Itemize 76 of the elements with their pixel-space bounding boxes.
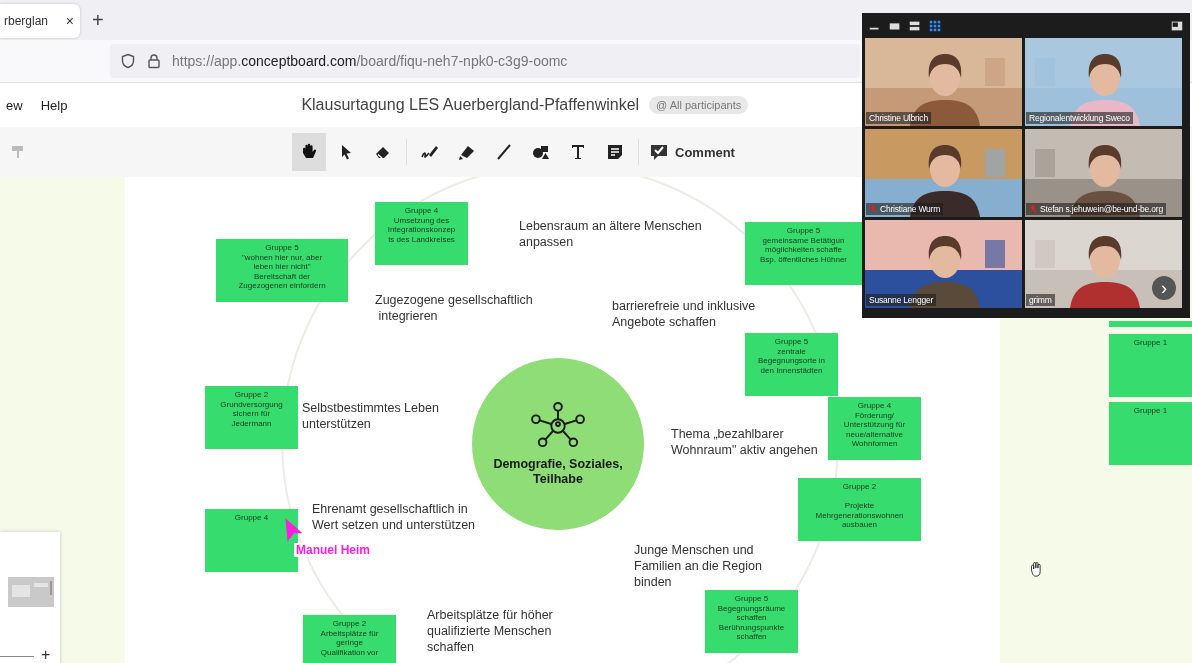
note-title: Gruppe 4	[404, 206, 439, 216]
note-title: Gruppe 5	[265, 243, 299, 253]
video-tile[interactable]: Christiane Wurm	[865, 129, 1022, 217]
note-text: Umsetzung des Integrationskonzep ts des Landkreises	[387, 215, 456, 245]
minimap-thumbnail[interactable]	[8, 577, 54, 607]
note-text: "wohnen hier nur, aber leben hier nicht" Bereitschaft der Zugezogenen einfordern	[238, 252, 326, 291]
shield-icon	[120, 53, 136, 69]
address-field[interactable]: https://app.conceptboard.com/board/fiqu-neh7-npk0-c3g9-oomc	[110, 44, 860, 78]
name-text: Christiane Wurm	[880, 204, 941, 214]
zoom-in-button[interactable]: +	[41, 646, 51, 663]
tab-title: rberglan	[4, 14, 49, 28]
menu-item[interactable]: ew	[6, 97, 23, 113]
browser-tab[interactable]: rberglan ×	[0, 4, 80, 38]
note-text: Begegnungsräume schaffen Berührungspunkte schaffen	[717, 603, 786, 642]
board-title: Klausurtagung LES Auerbergland-Pfaffenwinkel	[301, 96, 640, 114]
lock-icon	[146, 53, 162, 69]
close-tab-button[interactable]: ×	[65, 13, 74, 29]
note-title: Gruppe 5	[734, 594, 769, 604]
name-text: Christine Ulbrich	[869, 113, 928, 123]
goal-text: barrierefreie und inklusive Angebote schaffen	[612, 298, 756, 330]
goal-text: Selbstbestimmtes Leben unterstützen	[302, 400, 439, 432]
new-tab-button[interactable]: +	[92, 9, 104, 32]
note-text: Arbeitsplätze für geringe Qualifikation vor	[320, 628, 379, 658]
note-text: gemeinsame Betätigun möglichkeiten schaffe Bsp. öffentliches Hühner	[760, 235, 847, 265]
sticky-note[interactable]: Gruppe 4 Umsetzung des Integrationskonzep ts des Landkreises	[375, 202, 468, 265]
note-title: Gruppe 2	[842, 482, 877, 492]
video-tile[interactable]: Regionalentwicklung Sweco	[1025, 38, 1182, 126]
goal-text: Arbeitsplätze für höher qualifizierte Menschen schaffen	[427, 607, 553, 655]
note-text: Förderung/ Unterstützung für neue/alternative Wohnformen	[843, 410, 906, 449]
network-icon	[529, 401, 587, 449]
name-text: Regionalentwicklung Sweco	[1029, 113, 1130, 123]
sticky-note[interactable]: Gruppe 2 Arbeitsplätze für geringe Qualifikation vor	[303, 615, 396, 663]
sticky-note[interactable]: Gruppe 5 Begegnungsräume schaffen Berührungspunkte schaffen	[705, 590, 798, 653]
note-text: Projekte Mehrgenerationswohnen ausbauen	[815, 500, 904, 530]
goal-text: Thema „bezahlbarer Wohnraum" aktiv angehen	[671, 426, 818, 458]
sticky-note[interactable]: Gruppe 5 gemeinsame Betätigun möglichkeiten schaffe Bsp. öffentliches Hühner	[745, 222, 862, 285]
comment-button[interactable]: Comment	[645, 133, 739, 171]
sticky-note[interactable]: Gruppe 4	[205, 509, 298, 572]
topic-title: Demografie, Soziales, Teilhabe	[492, 457, 624, 487]
hand-tool-button[interactable]	[292, 133, 326, 171]
participants-badge[interactable]: @ All participants	[649, 96, 749, 114]
sticky-note[interactable]: Gruppe 4 Förderung/ Unterstützung für neue/alternative Wohnformen	[828, 397, 921, 460]
goal-text: Zugezogene gesellschaftlich integrieren	[375, 292, 533, 324]
name-text: Stefan s.jehuwein@be-und-be.org	[1040, 204, 1163, 214]
goal-text: Ehrenamt gesellschaftlich in Wert setzen und unterstützen	[312, 501, 476, 533]
menu-item[interactable]: Help	[40, 97, 68, 113]
video-tile[interactable]: Stefan s.jehuwein@be-und-be.org	[1025, 129, 1182, 217]
sticky-note[interactable]: Gruppe 2 Projekte Mehrgenerationswohnen ausbauen	[798, 478, 921, 541]
name-text: grimm	[1029, 295, 1052, 305]
video-tile[interactable]: Christine Ulbrich	[865, 38, 1022, 126]
note-title: Gruppe 4	[857, 401, 892, 411]
grid-view-icon[interactable]	[928, 18, 942, 33]
note-text: Grundversorgung sichern für Jedermann	[220, 399, 283, 429]
note-title: Gruppe 2	[234, 390, 269, 400]
name-text: Susanne Lengger	[869, 295, 934, 305]
video-tile[interactable]: grimm ›	[1025, 220, 1182, 308]
note-icon	[605, 142, 625, 162]
note-title: Gruppe 1	[1133, 338, 1168, 348]
goal-text: Junge Menschen und Familien an die Region binden	[634, 542, 762, 590]
url-text: https://app.conceptboard.com/board/fiqu-neh7-npk0-c3g9-oomc	[172, 53, 568, 69]
line-icon	[494, 142, 514, 162]
comment-icon	[649, 142, 669, 162]
note-title: Gruppe 2	[332, 619, 367, 629]
note-title: Gruppe 4	[234, 513, 269, 523]
video-tile[interactable]: Susanne Lengger	[865, 220, 1022, 308]
note-title: Gruppe 5	[774, 337, 809, 347]
cursor-name: Manuel Heim	[294, 543, 372, 557]
sticky-note[interactable]: Gruppe 2 Grundversorgung sichern für Jedermann	[205, 386, 298, 449]
sticky-note[interactable]: Gruppe 5 "wohnen hier nur, aber leben hier nicht" Bereitschaft der Zugezogenen einfordern	[216, 239, 348, 302]
goal-text: Lebensraum an ältere Menschen anpassen	[519, 218, 702, 250]
sticky-note[interactable]: Gruppe 1	[1109, 402, 1192, 465]
note-text: zentrale Begegnungsorte in den Innenstädten	[757, 346, 826, 376]
sticky-note[interactable]: Gruppe 1	[1109, 334, 1192, 397]
sticky-note[interactable]: Gruppe 5 zentrale Begegnungsorte in den Innenstädten	[745, 333, 838, 396]
note-title: Gruppe 5	[786, 226, 821, 236]
note-title: Gruppe 1	[1133, 406, 1168, 416]
